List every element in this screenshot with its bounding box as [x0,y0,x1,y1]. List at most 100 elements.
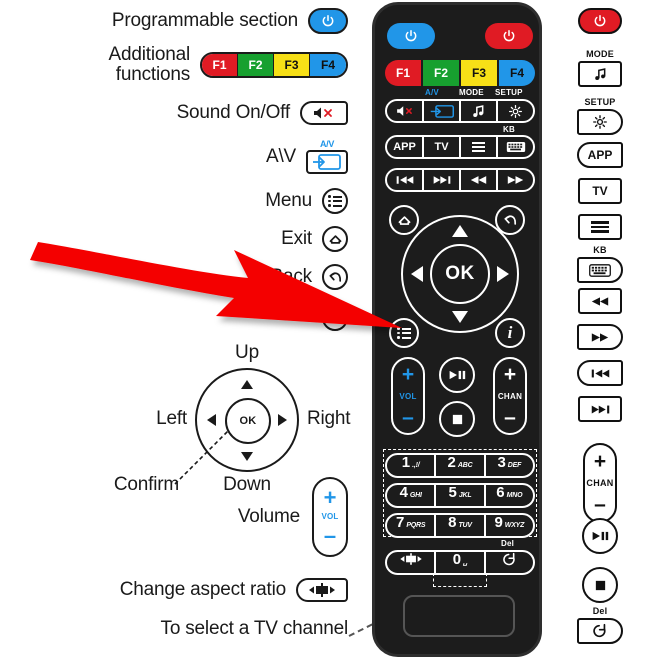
volume-rocker[interactable]: + VOL – [391,357,425,435]
keyboard-icon[interactable] [577,257,623,283]
dpad-left-arrow-icon[interactable] [411,266,423,282]
channel-rocker[interactable]: + CHAN – [493,357,527,435]
f4-button[interactable]: F4 [499,60,535,86]
dpad-up-arrow-icon[interactable] [452,225,468,237]
skip-back-icon[interactable] [577,360,623,386]
mute-icon [300,101,348,125]
remote-power-row [387,23,533,49]
channel-label: CHAN [586,478,614,488]
play-pause-icon[interactable] [582,518,618,554]
dpad-ok-button: OK [225,398,271,444]
key-2[interactable]: 2 ABC [434,453,486,478]
power-icon[interactable] [387,23,435,49]
skip-forward-icon[interactable] [578,396,622,422]
tv-button[interactable]: TV [424,137,461,157]
volume-down-symbol: – [323,523,337,549]
rewind-icon[interactable] [578,288,622,314]
legend-menu-button [578,214,622,240]
f1-button[interactable]: F1 [385,60,423,86]
volume-up-symbol[interactable]: + [402,364,414,385]
channel-down-symbol[interactable]: – [504,407,516,428]
fast-forward-icon[interactable] [577,324,623,350]
keypad-row-4: 0 ␣ [385,550,535,575]
av-input-icon[interactable] [424,101,461,121]
remote-blank-panel [403,595,515,637]
callout-back: Back [271,264,348,290]
dpad-down-arrow-icon [241,452,253,461]
legend-mode-button: MODE [578,50,622,87]
key-1[interactable]: 1 .,!/ [385,453,437,478]
mute-icon[interactable] [387,101,424,121]
remote-control-body: F1 F2 F3 F4 A/V MODE SETUP KB APP TV i O… [372,2,542,657]
hamburger-icon[interactable] [461,137,498,157]
key-4[interactable]: 4 GHI [385,483,437,508]
mode-tag: MODE [459,88,484,97]
gear-icon[interactable] [577,109,623,135]
legend-power-button [578,8,622,34]
volume-down-symbol[interactable]: – [402,407,414,428]
callout-label: Menu [265,190,312,211]
callout-exit: Exit [281,226,348,252]
skip-forward-icon[interactable] [424,170,461,190]
f3-button[interactable]: F3 [461,60,499,86]
callout-labels-column: Programmable section Additional function… [0,0,360,659]
channel-up-symbol[interactable]: + [594,451,606,472]
key-3[interactable]: 3 DEF [483,453,535,478]
key-7[interactable]: 7 PQRS [385,513,437,538]
key-9[interactable]: 9 WXYZ [483,513,535,538]
setup-tag: SETUP [495,88,523,97]
music-note-icon[interactable] [461,101,498,121]
av-tag: A/V [319,139,335,149]
aspect-ratio-icon[interactable] [385,550,437,575]
key-8[interactable]: 8 TUV [434,513,486,538]
f3-key: F3 [274,54,310,76]
keyboard-icon[interactable] [498,137,533,157]
key-5[interactable]: 5 JKL [434,483,486,508]
power-icon[interactable] [578,8,622,34]
fast-forward-icon[interactable] [498,170,533,190]
hamburger-icon[interactable] [578,214,622,240]
callout-programmable-section: Programmable section [112,8,348,34]
volume-label: VOL [399,391,417,401]
stop-icon[interactable] [582,567,618,603]
kb-tag: KB [593,245,607,255]
remote-function-row: F1 F2 F3 F4 [385,60,535,86]
channel-up-symbol[interactable]: + [504,364,516,385]
callout-label: A\V [265,146,296,167]
legend-tv-button: TV [578,178,622,204]
legend-rewind-button [578,288,622,314]
f4-key: F4 [310,54,346,76]
av-input-icon: A/V [306,140,348,174]
app-button[interactable]: APP [577,142,623,168]
stop-icon[interactable] [439,401,475,437]
gear-icon[interactable] [498,101,533,121]
power-icon[interactable] [485,23,533,49]
callout-label: Volume [237,506,300,527]
channel-down-symbol[interactable]: – [594,494,606,515]
exit-home-icon [322,226,348,252]
tv-button[interactable]: TV [578,178,622,204]
callout-menu: Menu [265,188,348,214]
play-pause-icon[interactable] [439,357,475,393]
loop-back-icon[interactable] [483,550,535,575]
dpad-down-arrow-icon[interactable] [452,311,468,323]
dpad-diagram: OK Up Left Right Down Confirm [114,342,351,495]
loop-back-icon[interactable] [577,618,623,644]
skip-back-icon[interactable] [387,170,424,190]
f1-key: F1 [202,54,238,76]
legend-skip-back-button [577,360,623,386]
rewind-icon[interactable] [461,170,498,190]
dpad-right-arrow-icon[interactable] [497,266,509,282]
app-button[interactable]: APP [387,137,424,157]
callout-select-tv-channel: To select a TV channel [161,618,349,640]
music-note-icon[interactable] [578,61,622,87]
legend-stop-button [582,567,618,603]
channel-rocker[interactable]: + CHAN – [583,443,617,523]
key-0[interactable]: 0 ␣ [434,550,486,575]
dpad-left-label: Left [156,408,187,429]
volume-up-symbol: + [323,484,337,510]
f2-button[interactable]: F2 [423,60,461,86]
key-6[interactable]: 6 MNO [483,483,535,508]
setup-tag: SETUP [584,97,616,107]
dpad-ok-button[interactable]: OK [430,244,490,304]
